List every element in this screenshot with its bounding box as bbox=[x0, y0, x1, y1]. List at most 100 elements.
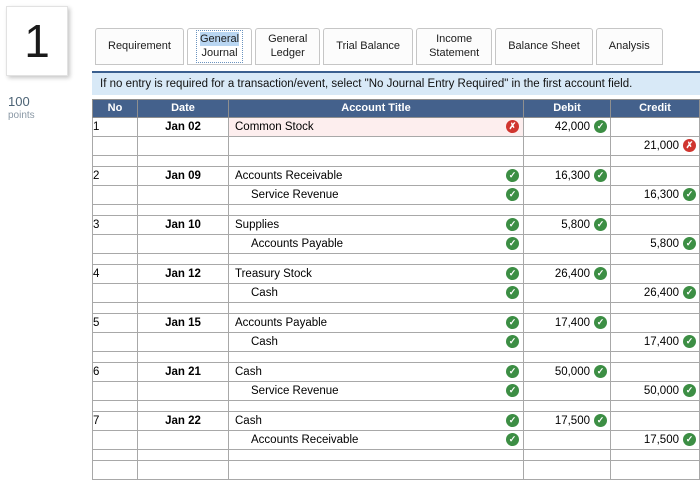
debit-cell[interactable] bbox=[523, 331, 611, 352]
journal-row: Cash ✓ 17,400 ✓ bbox=[92, 331, 700, 352]
spacer-row bbox=[92, 252, 700, 265]
account-title: Cash bbox=[251, 286, 278, 299]
date-cell: Jan 22 bbox=[137, 410, 229, 431]
credit-cell[interactable]: 50,000 ✓ bbox=[610, 380, 700, 401]
debit-cell[interactable]: 42,000 ✓ bbox=[523, 116, 611, 137]
account-title-cell[interactable]: Cash ✓ bbox=[228, 410, 524, 431]
debit-cell[interactable]: 16,300 ✓ bbox=[523, 165, 611, 186]
debit-cell[interactable] bbox=[523, 429, 611, 450]
tab-general-ledger[interactable]: General Ledger bbox=[255, 28, 321, 65]
account-title: Supplies bbox=[235, 218, 280, 231]
spacer-cell bbox=[137, 350, 229, 363]
spacer-cell bbox=[228, 448, 524, 461]
debit-amount: 26,400 bbox=[554, 267, 590, 280]
spacer-row bbox=[92, 399, 700, 412]
spacer-cell bbox=[610, 252, 700, 265]
account-title-cell[interactable]: Accounts Payable ✓ bbox=[228, 233, 524, 254]
check-icon: ✓ bbox=[594, 414, 607, 428]
debit-cell[interactable]: 50,000 ✓ bbox=[523, 361, 611, 382]
credit-cell[interactable] bbox=[610, 410, 700, 431]
tab-income-statement[interactable]: Income Statement bbox=[416, 28, 493, 65]
transaction-no-cell: 5 bbox=[92, 312, 138, 333]
credit-cell[interactable] bbox=[610, 263, 700, 284]
account-title-cell[interactable]: Supplies ✓ bbox=[228, 214, 524, 235]
account-title-cell[interactable]: Common Stock ✗ bbox=[228, 116, 524, 137]
debit-cell[interactable]: 26,400 ✓ bbox=[523, 263, 611, 284]
column-header-account-title: Account Title bbox=[228, 98, 524, 118]
account-title-cell[interactable]: Accounts Payable ✓ bbox=[228, 312, 524, 333]
account-title-cell[interactable]: Cash ✓ bbox=[228, 331, 524, 352]
check-icon: ✓ bbox=[594, 365, 607, 379]
debit-cell[interactable]: 17,400 ✓ bbox=[523, 312, 611, 333]
tab-requirement[interactable]: Requirement bbox=[95, 28, 184, 65]
spacer-cell bbox=[92, 448, 138, 461]
tab-trial-balance[interactable]: Trial Balance bbox=[323, 28, 414, 65]
debit-cell[interactable] bbox=[523, 380, 611, 401]
credit-cell[interactable]: 26,400 ✓ bbox=[610, 282, 700, 303]
tab-analysis[interactable]: Analysis bbox=[595, 28, 663, 65]
account-title-cell[interactable] bbox=[228, 135, 524, 156]
tab-label: Analysis bbox=[608, 40, 650, 53]
journal-row: Cash ✓ 26,400 ✓ bbox=[92, 282, 700, 303]
journal-row: 1 Jan 02 Common Stock ✗ 42,000 ✓ bbox=[92, 116, 700, 137]
spacer-cell bbox=[228, 154, 524, 167]
credit-cell[interactable] bbox=[610, 361, 700, 382]
spacer-cell bbox=[523, 301, 611, 314]
credit-cell[interactable]: 5,800 ✓ bbox=[610, 233, 700, 254]
credit-cell[interactable] bbox=[610, 312, 700, 333]
spacer-row bbox=[92, 154, 700, 167]
debit-cell[interactable]: 5,800 ✓ bbox=[523, 214, 611, 235]
credit-cell[interactable] bbox=[610, 165, 700, 186]
account-title-cell[interactable]: Cash ✓ bbox=[228, 282, 524, 303]
spacer-cell bbox=[137, 448, 229, 461]
tab-general-journal[interactable]: General Journal bbox=[186, 28, 253, 65]
debit-cell[interactable] bbox=[523, 459, 611, 480]
journal-row: 3 Jan 10 Supplies ✓ 5,800 ✓ bbox=[92, 214, 700, 235]
spacer-cell bbox=[610, 399, 700, 412]
debit-cell[interactable] bbox=[523, 282, 611, 303]
account-title-cell[interactable]: Service Revenue ✓ bbox=[228, 184, 524, 205]
debit-cell[interactable] bbox=[523, 233, 611, 254]
credit-cell[interactable] bbox=[610, 116, 700, 137]
account-title-cell[interactable]: Service Revenue ✓ bbox=[228, 380, 524, 401]
spacer-cell bbox=[523, 399, 611, 412]
journal-area: No Date Account Title Debit Credit 1 Jan 02 Co… bbox=[92, 98, 700, 480]
date-cell bbox=[137, 282, 229, 303]
credit-cell[interactable]: 17,500 ✓ bbox=[610, 429, 700, 450]
notice-bar: If no entry is required for a transactio… bbox=[92, 70, 700, 95]
account-title-cell[interactable]: Cash ✓ bbox=[228, 361, 524, 382]
spacer-cell bbox=[610, 203, 700, 216]
transaction-no-cell: 1 bbox=[92, 116, 138, 137]
spacer-cell bbox=[610, 448, 700, 461]
account-title-cell[interactable]: Accounts Receivable ✓ bbox=[228, 429, 524, 450]
spacer-cell bbox=[137, 154, 229, 167]
credit-cell[interactable]: 16,300 ✓ bbox=[610, 184, 700, 205]
account-title-cell[interactable]: Accounts Receivable ✓ bbox=[228, 165, 524, 186]
spacer-cell bbox=[523, 448, 611, 461]
column-header-credit: Credit bbox=[610, 98, 700, 118]
debit-cell[interactable]: 17,500 ✓ bbox=[523, 410, 611, 431]
spacer-cell bbox=[92, 301, 138, 314]
account-title-cell[interactable]: Treasury Stock ✓ bbox=[228, 263, 524, 284]
spacer-row bbox=[92, 448, 700, 461]
debit-cell[interactable] bbox=[523, 184, 611, 205]
check-icon: ✓ bbox=[506, 365, 519, 379]
column-header-no: No bbox=[92, 98, 138, 118]
credit-cell[interactable] bbox=[610, 214, 700, 235]
credit-cell[interactable]: 17,400 ✓ bbox=[610, 331, 700, 352]
account-title: Cash bbox=[251, 335, 278, 348]
error-icon: ✗ bbox=[506, 120, 519, 134]
tab-balance-sheet[interactable]: Balance Sheet bbox=[495, 28, 593, 65]
tab-label: General Ledger bbox=[268, 33, 308, 60]
credit-cell[interactable]: 21,000 ✗ bbox=[610, 135, 700, 156]
debit-cell[interactable] bbox=[523, 135, 611, 156]
tab-label: Requirement bbox=[108, 40, 171, 53]
credit-cell[interactable] bbox=[610, 459, 700, 480]
account-title: Accounts Payable bbox=[235, 316, 328, 329]
date-cell bbox=[137, 429, 229, 450]
spacer-row bbox=[92, 301, 700, 314]
date-cell bbox=[137, 459, 229, 480]
spacer-cell bbox=[610, 350, 700, 363]
account-title-cell[interactable] bbox=[228, 459, 524, 480]
tab-label: Trial Balance bbox=[336, 40, 401, 53]
